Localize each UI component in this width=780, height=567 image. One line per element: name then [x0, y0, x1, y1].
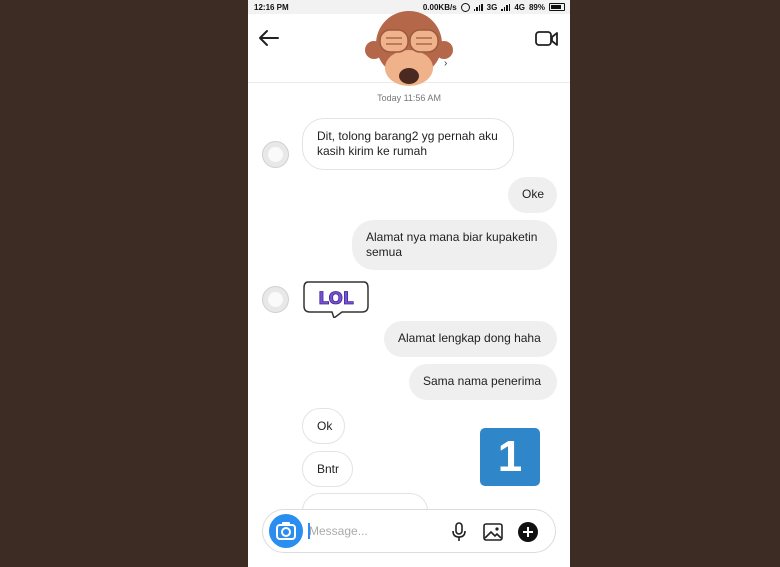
contact-avatar[interactable] [262, 286, 289, 313]
message-bubble-incoming[interactable]: Bntr [302, 451, 353, 487]
message-bubble-incoming[interactable]: Dit, tolong barang2 yg pernah aku kasih … [302, 118, 514, 170]
message-input[interactable] [309, 520, 429, 542]
chat-header: › [248, 11, 570, 86]
camera-icon[interactable] [269, 514, 303, 548]
message-composer [262, 509, 556, 553]
network-3g-label: 3G [486, 2, 498, 12]
number-badge: 1 [480, 428, 540, 486]
back-arrow-icon[interactable] [256, 26, 282, 50]
battery-icon [549, 3, 565, 11]
message-bubble-outgoing[interactable]: Alamat nya mana biar kupaketin semua [352, 220, 557, 270]
plus-icon[interactable] [517, 521, 539, 543]
contact-avatar[interactable] [262, 141, 289, 168]
signal-icon [501, 3, 511, 11]
gallery-icon[interactable] [482, 521, 504, 543]
alarm-icon [460, 2, 470, 12]
battery-percent: 89% [528, 2, 545, 12]
signal-icon [473, 3, 483, 11]
conversation-timestamp: Today 11:56 AM [377, 93, 441, 103]
message-bubble-outgoing[interactable]: Sama nama penerima [409, 364, 557, 400]
message-bubble-outgoing[interactable]: Oke [508, 177, 557, 213]
message-bubble-outgoing[interactable]: Alamat lengkap dong haha [384, 321, 557, 357]
lol-sticker-text: LOL [318, 289, 354, 309]
see-no-evil-monkey-sticker [365, 11, 453, 86]
network-4g-label: 4G [514, 2, 525, 12]
lol-sticker[interactable]: LOL [302, 276, 370, 318]
chevron-right-icon[interactable]: › [444, 58, 447, 69]
microphone-icon[interactable] [448, 521, 470, 543]
message-bubble-incoming[interactable]: Ok [302, 408, 345, 444]
phone-screen: 12:16 PM 0.00KB/s 3G 4G 89% › Today 11:5… [248, 0, 570, 567]
video-call-icon[interactable] [534, 28, 560, 50]
status-time: 12:16 PM [254, 2, 289, 12]
